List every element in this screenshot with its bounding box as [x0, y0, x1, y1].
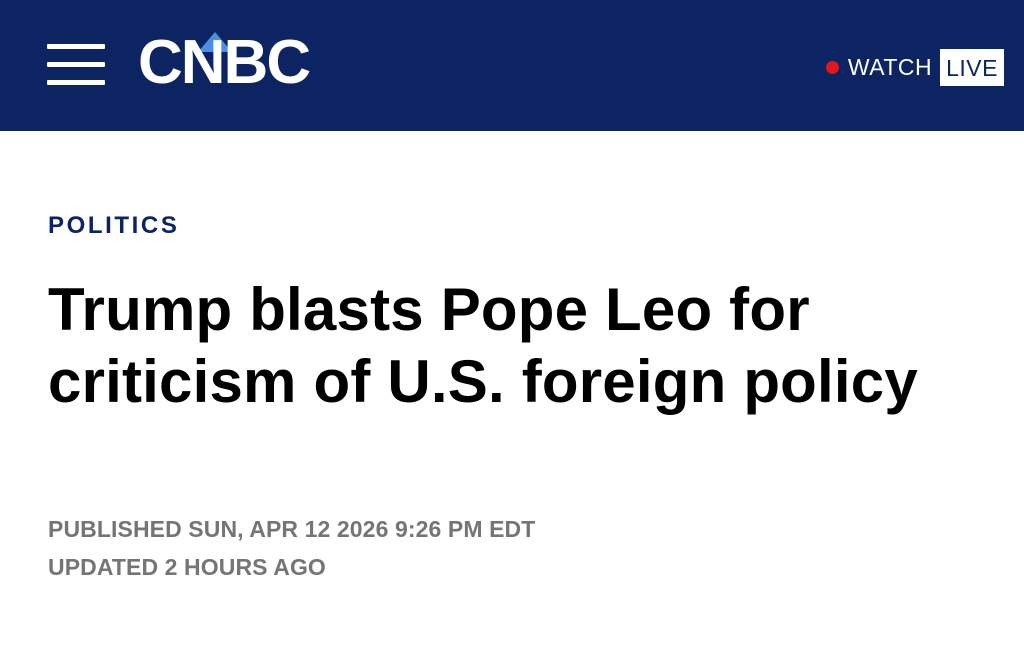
live-dot-icon [825, 60, 839, 74]
watch-label: WATCH [847, 53, 933, 80]
menu-line [47, 44, 105, 49]
cnbc-logo[interactable]: CNBC [138, 28, 328, 98]
menu-line [47, 62, 105, 67]
logo-text: CNBC [138, 28, 311, 97]
watch-live-button[interactable]: WATCH LIVE [825, 48, 1004, 86]
menu-line [47, 80, 105, 85]
live-badge: LIVE [940, 48, 1004, 86]
article-headline: Trump blasts Pope Leo for criticism of U… [48, 276, 918, 415]
updated-timestamp: UPDATED 2 HOURS AGO [48, 554, 326, 580]
category-link[interactable]: POLITICS [48, 212, 179, 240]
hamburger-menu-icon[interactable] [47, 44, 105, 86]
top-navigation-bar: CNBC WATCH LIVE [0, 0, 1024, 131]
published-timestamp: PUBLISHED SUN, APR 12 2026 9:26 PM EDT [48, 516, 536, 542]
